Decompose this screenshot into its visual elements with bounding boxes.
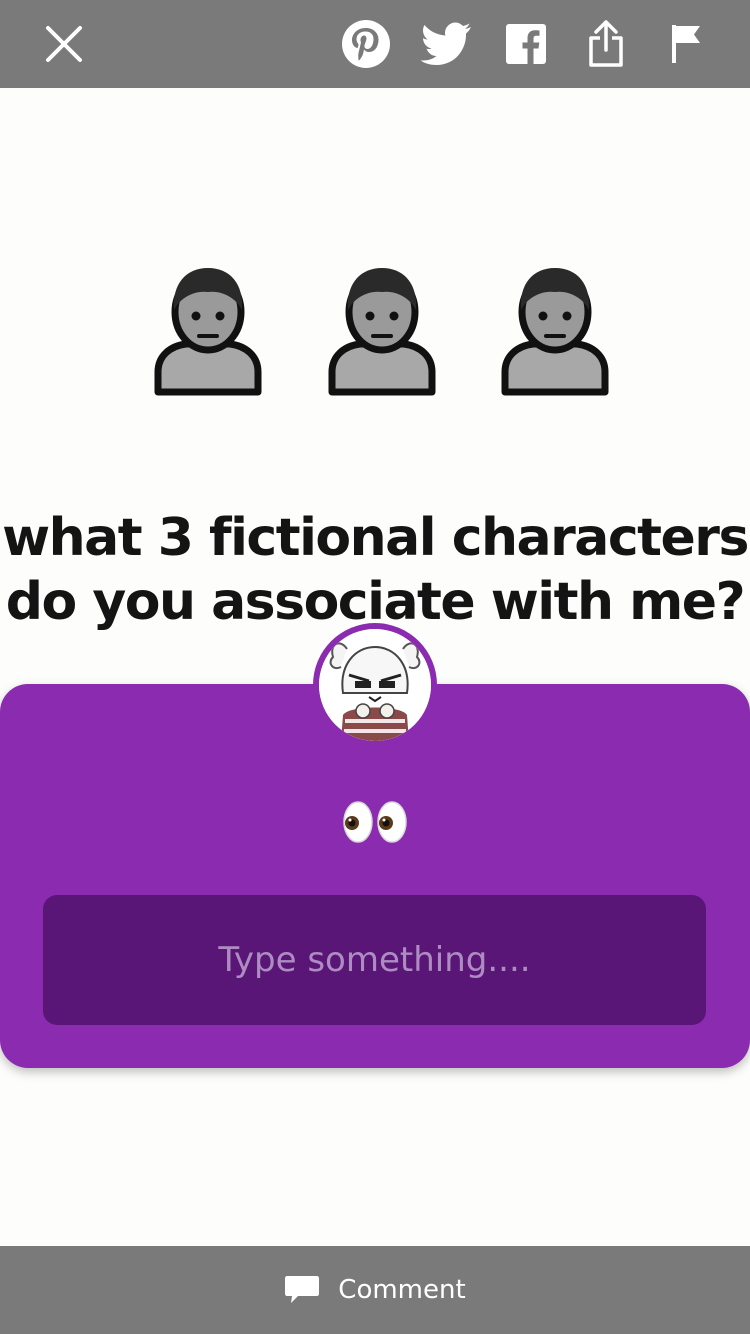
comment-label: Comment <box>338 1275 466 1305</box>
pinterest-icon <box>342 20 390 68</box>
avatar-image <box>319 629 431 741</box>
pinterest-share-button[interactable] <box>336 0 396 88</box>
person-icon <box>154 268 262 396</box>
facebook-icon <box>506 24 546 64</box>
facebook-share-button[interactable] <box>496 0 556 88</box>
answer-input[interactable] <box>43 894 706 1026</box>
twitter-icon <box>420 22 471 65</box>
person-icon <box>328 268 436 396</box>
anime-avatar-icon <box>319 629 431 741</box>
comment-icon <box>285 1276 320 1303</box>
twitter-share-button[interactable] <box>416 0 476 88</box>
share-icon <box>589 20 623 67</box>
avatar[interactable] <box>313 623 437 747</box>
post-headline: what 3 fictional characters do you assoc… <box>0 506 750 634</box>
eyes-emoji-icon <box>343 801 407 843</box>
answer-input-container[interactable] <box>43 894 706 1026</box>
close-icon <box>46 26 82 62</box>
close-button[interactable] <box>34 0 94 88</box>
top-toolbar <box>0 0 750 88</box>
report-button[interactable] <box>656 0 716 88</box>
share-button[interactable] <box>576 0 636 88</box>
flag-icon <box>672 25 700 63</box>
comment-button[interactable]: Comment <box>0 1246 750 1334</box>
person-icon <box>501 268 609 396</box>
bottom-bar: Comment <box>0 1246 750 1334</box>
headline-line-1: what 3 fictional characters <box>2 508 749 568</box>
